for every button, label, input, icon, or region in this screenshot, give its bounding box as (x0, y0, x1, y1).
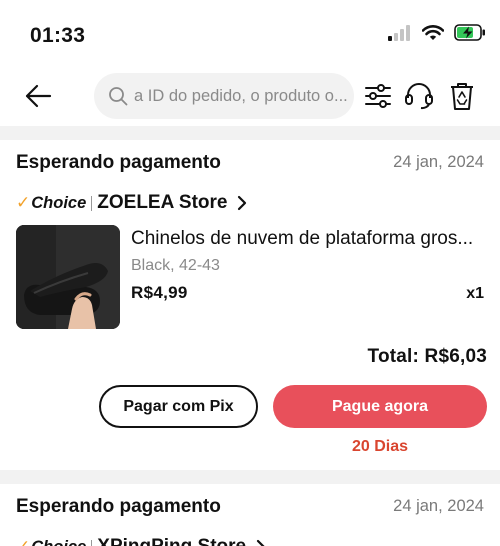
headset-icon (405, 83, 433, 110)
checkmark-icon: ✓ (16, 537, 30, 546)
order-status: Esperando pagamento (16, 496, 221, 517)
support-button[interactable] (403, 80, 435, 112)
filter-button[interactable] (362, 80, 394, 112)
back-button[interactable] (22, 80, 54, 112)
store-link[interactable]: ✓ Choice XPingPing Store (16, 536, 266, 546)
recycle-bin-icon (451, 83, 473, 110)
section-divider (0, 126, 500, 140)
search-icon (109, 87, 128, 106)
search-placeholder: a ID do pedido, o produto o... (134, 86, 348, 105)
order-date: 24 jan, 2024 (393, 497, 484, 515)
order-date: 24 jan, 2024 (393, 153, 484, 171)
store-link[interactable]: ✓ Choice ZOELEA Store (16, 192, 247, 214)
product-title[interactable]: Chinelos de nuvem de plataforma gros... (131, 228, 487, 250)
payment-countdown: 20 Dias (351, 438, 409, 455)
store-name: XPingPing Store (97, 536, 246, 546)
status-icons (388, 24, 486, 41)
choice-badge: Choice (31, 193, 87, 212)
order-status: Esperando pagamento (16, 152, 221, 173)
sliders-icon (365, 84, 391, 108)
section-divider (0, 470, 500, 484)
top-nav: a ID do pedido, o produto o... (0, 66, 500, 126)
chevron-right-icon (256, 539, 266, 546)
order-card[interactable]: Esperando pagamento 24 jan, 2024 ✓ Choic… (0, 484, 500, 546)
wifi-icon (422, 24, 444, 40)
checkmark-icon: ✓ (16, 193, 31, 212)
separator (91, 539, 93, 546)
product-thumbnail[interactable] (16, 225, 120, 329)
choice-badge: Choice (31, 538, 86, 546)
order-card[interactable]: Esperando pagamento 24 jan, 2024 ✓ Choic… (0, 140, 500, 470)
battery-charging-icon (454, 24, 485, 41)
pay-with-pix-button[interactable]: Pagar com Pix (99, 385, 258, 428)
slipper-image (16, 225, 120, 329)
order-total: Total: R$6,03 (367, 346, 487, 367)
product-quantity: x1 (466, 285, 484, 302)
search-input[interactable]: a ID do pedido, o produto o... (94, 73, 354, 119)
product-variant: Black, 42-43 (131, 257, 220, 274)
arrow-left-icon (25, 84, 52, 108)
chevron-right-icon (237, 195, 247, 211)
product-price: R$4,99 (131, 283, 188, 302)
cellular-signal-icon (388, 24, 410, 41)
status-bar: 01:33 (0, 0, 500, 62)
recycle-bin-button[interactable] (446, 80, 478, 112)
clock: 01:33 (30, 24, 86, 47)
store-name: ZOELEA Store (97, 192, 228, 213)
separator (91, 195, 93, 211)
pay-now-button[interactable]: Pague agora (273, 385, 487, 428)
